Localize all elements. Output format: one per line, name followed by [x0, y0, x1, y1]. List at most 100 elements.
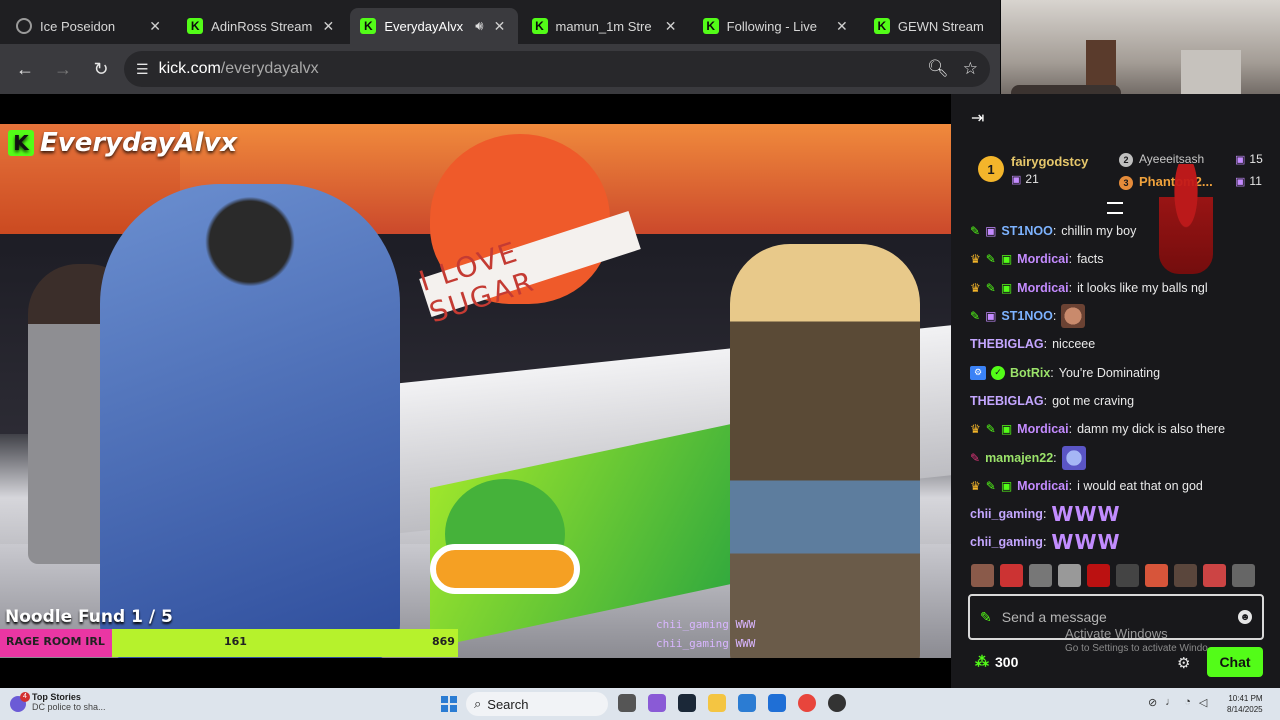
tab-everydayalvx[interactable]: K EverydayAlvx 🔊︎ ✕ [350, 8, 518, 44]
chat-message: chii_gaming: WWW [951, 528, 1280, 556]
bot-icon: ⚙ [970, 365, 986, 380]
tab-ice-poseidon[interactable]: Ice Poseidon ✕ [6, 8, 173, 44]
viewer-avatar[interactable] [1000, 564, 1023, 587]
viewer-avatar[interactable] [971, 564, 994, 587]
chat-username[interactable]: Mordicai [1017, 422, 1068, 436]
news-subtitle: DC police to sha... [32, 702, 106, 712]
tab-title: AdinRoss Stream [211, 18, 313, 34]
brush-icon: ✎ [980, 608, 992, 625]
gear-icon[interactable]: ⚙ [1177, 654, 1190, 672]
taskbar-search[interactable]: ⌕ Search [466, 692, 608, 716]
close-icon[interactable]: ✕ [147, 18, 163, 34]
viewer-avatar[interactable] [1058, 564, 1081, 587]
viewer-avatar[interactable] [1145, 564, 1168, 587]
expand-pinned-icon[interactable] [1107, 202, 1123, 214]
tab-following[interactable]: K Following - Live ✕ [693, 8, 860, 44]
news-icon [10, 692, 30, 712]
taskbar-search-label: Search [487, 696, 529, 712]
chat-username[interactable]: THEBIGLAG [970, 337, 1044, 351]
close-icon[interactable]: ✕ [834, 18, 850, 34]
brush-icon: ✎ [985, 478, 996, 493]
chat-username[interactable]: THEBIGLAG [970, 394, 1044, 408]
chat-username[interactable]: Mordicai [1017, 281, 1068, 295]
copilot-icon[interactable] [648, 694, 666, 712]
obs-icon[interactable] [828, 694, 846, 712]
wifi-icon[interactable]: ◔ [1184, 696, 1191, 709]
chat-text: damn my dick is also there [1077, 422, 1226, 437]
back-arrow-icon[interactable]: ← [10, 54, 40, 84]
channel-points[interactable]: ⁂ 300 [975, 653, 1018, 670]
store-icon[interactable] [768, 694, 786, 712]
gift-icon: ▣ [1000, 422, 1013, 437]
chat-username[interactable]: ST1NOO [1001, 224, 1052, 238]
viewer-avatar[interactable] [1203, 564, 1226, 587]
close-icon[interactable]: ✕ [492, 18, 508, 34]
chat-text: chillin my boy [1061, 224, 1137, 239]
site-info-icon[interactable]: ☰ [136, 61, 149, 78]
chat-username[interactable]: chii_gaming [970, 535, 1043, 549]
chat-input[interactable] [1001, 609, 1228, 625]
gift-leaderboard: 1 fairygodstcy ▣21 2Ayeeeitsash 3Phantom… [951, 150, 1280, 200]
collapse-chat-icon[interactable]: ⇥ [971, 108, 989, 127]
viewer-avatar[interactable] [1232, 564, 1255, 587]
emoji-icon[interactable]: ☻ [1238, 610, 1252, 624]
zoom-icon[interactable]: 🔍︎ [927, 59, 949, 79]
chat-username[interactable]: mamajen22 [985, 451, 1053, 465]
windows-start-icon[interactable] [441, 696, 457, 712]
viewer-avatar[interactable] [1116, 564, 1139, 587]
close-icon[interactable]: ✕ [663, 18, 679, 34]
rank-1-badge: 1 [978, 156, 1004, 182]
leader-count-1: ▣ 21 [1011, 172, 1039, 186]
chat-colon: : [1068, 478, 1073, 493]
crown-icon: ♛ [970, 478, 981, 493]
scene-person-shirt [100, 184, 400, 658]
chat-message: ♛ ✎ ▣ Mordicai: it looks like my balls ngl [951, 274, 1280, 302]
chrome-icon[interactable] [798, 694, 816, 712]
chat-message: ♛ ✎ ▣ Mordicai: damn my dick is also there [951, 415, 1280, 443]
edge-icon[interactable] [738, 694, 756, 712]
kick-logo-icon: K [8, 130, 34, 156]
chat-username[interactable]: BotRix [1010, 366, 1050, 380]
volume-icon[interactable]: ◁ [1199, 696, 1207, 709]
emote-www: WWW [1051, 530, 1121, 555]
emote-www: WWW [1051, 502, 1121, 527]
video-player[interactable]: I LOVE SUGAR K EverydayAlvx Noodle Fund … [0, 94, 951, 688]
chat-username[interactable]: Mordicai [1017, 252, 1068, 266]
forward-arrow-icon[interactable]: → [48, 54, 78, 84]
brush-icon: ✎ [985, 422, 996, 437]
leader-name-1[interactable]: fairygodstcy [1011, 154, 1088, 169]
overlay-chat-line: chii_gaming WWW [656, 637, 756, 650]
gift-icon: ▣ [1000, 280, 1013, 295]
chat-username[interactable]: chii_gaming [970, 507, 1043, 521]
viewer-avatar[interactable] [1087, 564, 1110, 587]
file-explorer-icon[interactable] [708, 694, 726, 712]
tab-title: GEWN Stream [897, 18, 984, 34]
tab-mamun[interactable]: K mamun_1m Stre ✕ [522, 8, 689, 44]
url-field[interactable]: ☰ kick.com/everydayalvx 🔍︎ ☆ [124, 51, 990, 87]
tab-gewn[interactable]: K GEWN Stream [864, 8, 1000, 44]
bookmark-star-icon[interactable]: ☆ [963, 59, 978, 79]
channel-name: EverydayAlvx [40, 128, 238, 158]
taskbar-clock[interactable]: 10:41 PM 8/14/2025 [1227, 693, 1263, 715]
tab-title: Ice Poseidon [40, 18, 116, 34]
microphone-icon[interactable]: ♩ [1165, 696, 1176, 709]
pinned-apps [618, 694, 846, 712]
chat-username[interactable]: ST1NOO [1001, 309, 1052, 323]
viewer-avatar[interactable] [1174, 564, 1197, 587]
close-icon[interactable]: ✕ [320, 18, 336, 34]
fund-progress-bar: RAGE ROOM IRL 161 869 [0, 629, 458, 657]
reload-icon[interactable]: ↻ [86, 54, 116, 84]
tab-adinross[interactable]: K AdinRoss Stream ✕ [177, 8, 346, 44]
speaker-icon[interactable]: 🔊︎ [475, 18, 483, 34]
send-chat-button[interactable]: Chat [1207, 647, 1263, 677]
leader-count-3-value: 11 [1249, 174, 1262, 188]
viewer-avatar[interactable] [1029, 564, 1052, 587]
task-view-icon[interactable] [618, 694, 636, 712]
chat-message: ✎ ▣ ST1NOO: chillin my boy [951, 217, 1280, 245]
chat-username[interactable]: Mordicai [1017, 479, 1068, 493]
network-off-icon[interactable]: ⊘ [1148, 696, 1157, 709]
gift-icon: ▣ [1000, 478, 1013, 493]
news-widget[interactable]: Top Stories DC police to sha... [10, 692, 106, 712]
video-frame[interactable]: I LOVE SUGAR [0, 124, 951, 658]
steam-icon[interactable] [678, 694, 696, 712]
